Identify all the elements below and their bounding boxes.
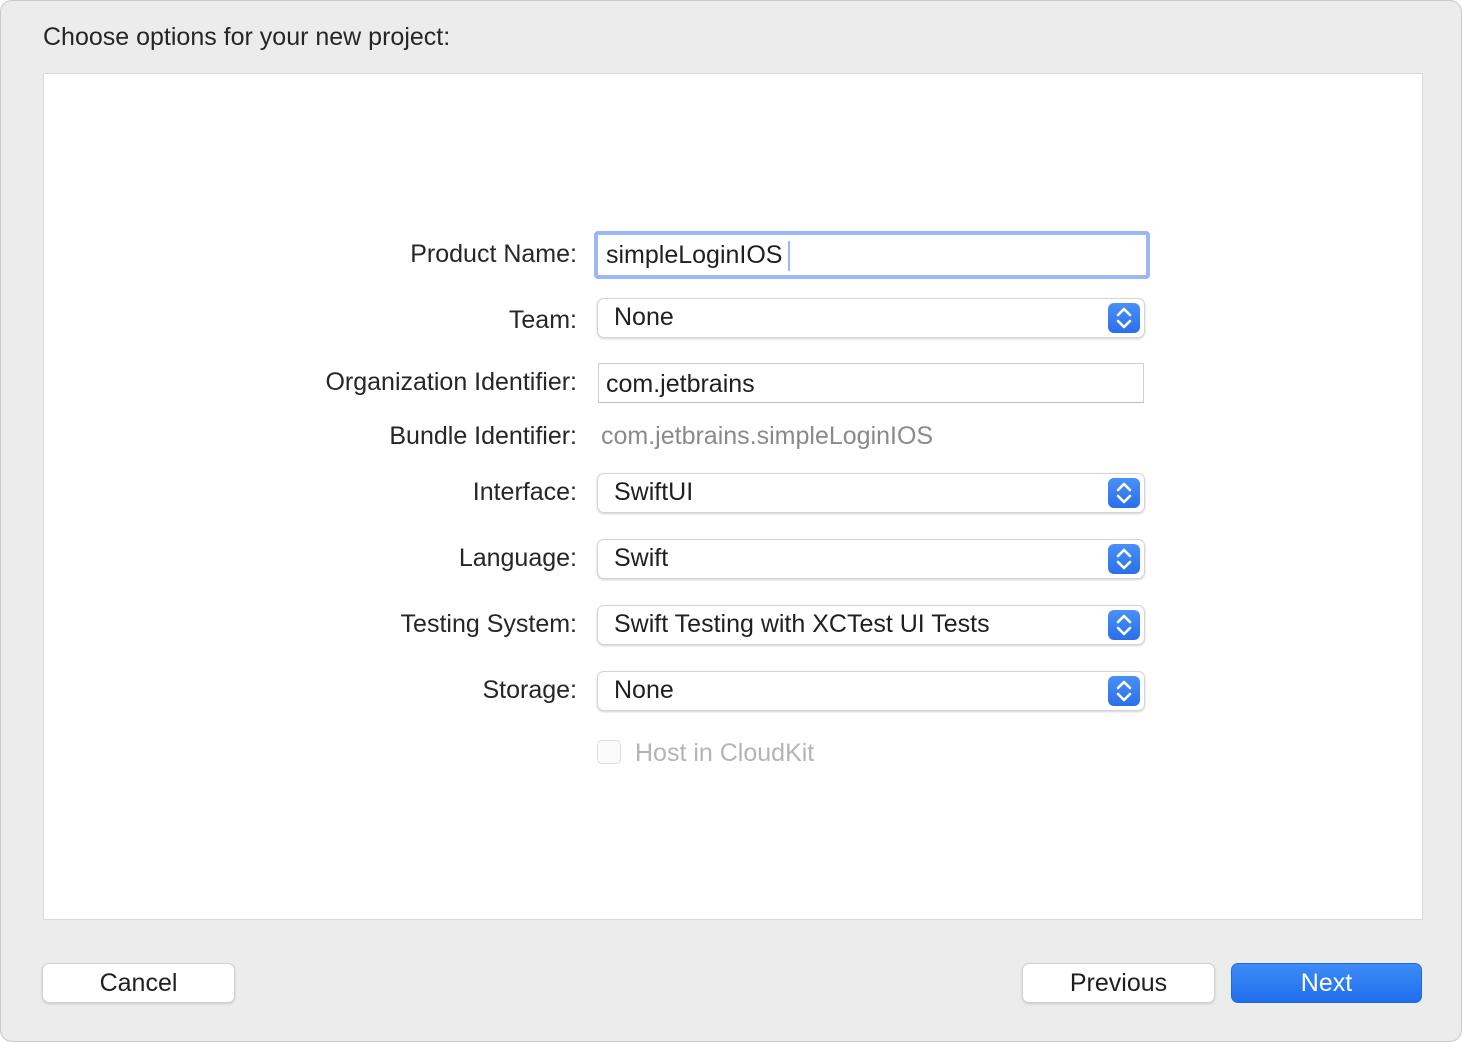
host-in-cloudkit-checkbox[interactable] (597, 740, 621, 764)
language-popup[interactable]: Swift (597, 539, 1145, 579)
chevron-up-down-icon (1108, 544, 1140, 574)
previous-button[interactable]: Previous (1022, 963, 1215, 1003)
new-project-options-dialog: Choose options for your new project: Pro… (0, 0, 1462, 1042)
testing-system-popup-value: Swift Testing with XCTest UI Tests (614, 610, 990, 638)
testing-system-label: Testing System: (400, 610, 577, 638)
product-name-label: Product Name: (410, 240, 577, 268)
chevron-up-down-icon (1108, 303, 1140, 333)
team-label: Team: (508, 306, 577, 334)
bundle-identifier-value: com.jetbrains.simpleLoginIOS (601, 422, 934, 450)
cancel-button[interactable]: Cancel (42, 963, 235, 1003)
storage-popup[interactable]: None (597, 671, 1145, 711)
dialog-heading: Choose options for your new project: (43, 23, 451, 51)
interface-popup-value: SwiftUI (614, 478, 694, 506)
team-popup-value: None (614, 303, 674, 331)
next-button[interactable]: Next (1231, 963, 1422, 1003)
bundle-identifier-label: Bundle Identifier: (389, 422, 577, 450)
testing-system-popup[interactable]: Swift Testing with XCTest UI Tests (597, 605, 1145, 645)
organization-identifier-field[interactable]: com.jetbrains (598, 363, 1144, 403)
organization-identifier-value: com.jetbrains (606, 370, 755, 398)
text-caret (788, 241, 791, 272)
chevron-up-down-icon (1108, 676, 1140, 706)
chevron-up-down-icon (1108, 478, 1140, 508)
product-name-field[interactable]: simpleLoginIOS (594, 231, 1150, 279)
organization-identifier-label: Organization Identifier: (325, 368, 577, 396)
interface-popup[interactable]: SwiftUI (597, 473, 1145, 513)
product-name-value: simpleLoginIOS (606, 241, 783, 269)
storage-popup-value: None (614, 676, 674, 704)
interface-label: Interface: (472, 478, 577, 506)
chevron-up-down-icon (1108, 610, 1140, 640)
language-label: Language: (458, 544, 577, 572)
host-in-cloudkit-label: Host in CloudKit (635, 739, 815, 767)
storage-label: Storage: (482, 676, 577, 704)
language-popup-value: Swift (614, 544, 669, 572)
team-popup[interactable]: None (597, 298, 1145, 338)
